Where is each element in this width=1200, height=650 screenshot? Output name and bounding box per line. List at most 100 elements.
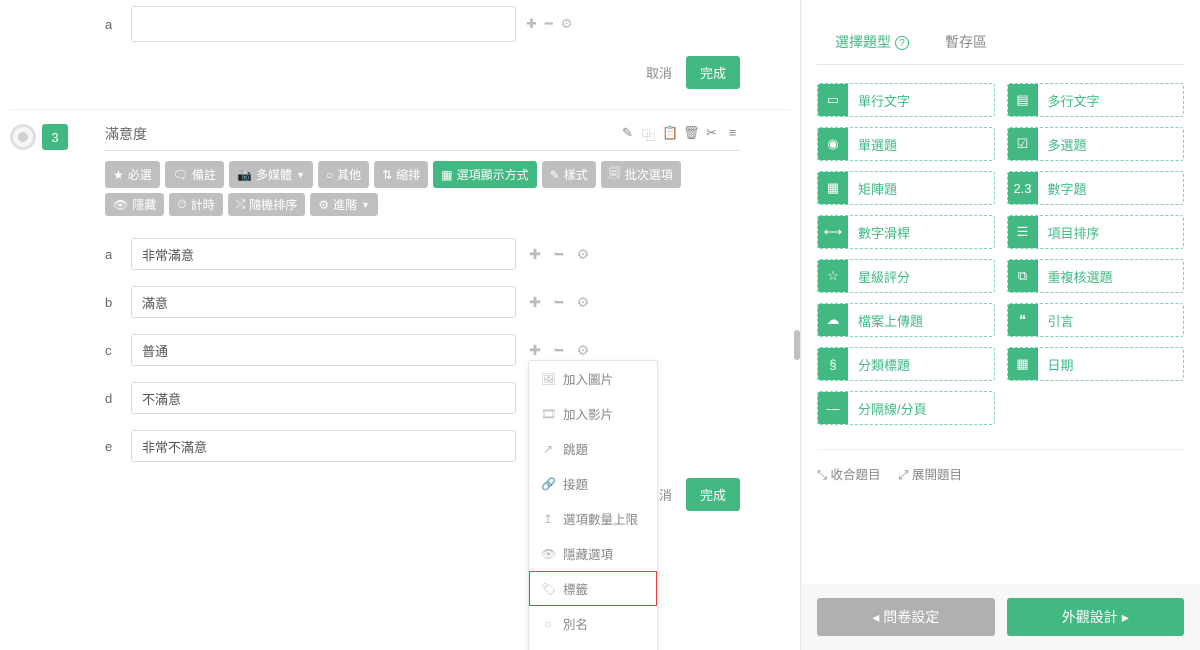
option-input[interactable] (131, 430, 516, 462)
gear-icon[interactable]: ⚙ (576, 294, 590, 311)
question-type-日期[interactable]: ▦日期 (1007, 347, 1185, 381)
remove-icon[interactable]: ━ (552, 342, 566, 359)
gear-icon[interactable]: ⚙ (576, 342, 590, 359)
trash-icon[interactable]: 🗑 (683, 125, 698, 144)
option-input[interactable] (131, 286, 516, 318)
remove-icon[interactable]: ━ (552, 246, 566, 263)
dropdown-item-跳題[interactable]: ↗跳題 (529, 431, 657, 466)
chip-icon: ⏱ (177, 197, 186, 212)
add-icon[interactable]: ✚ (528, 294, 542, 311)
question-type-數字題[interactable]: 2.3數字題 (1007, 171, 1185, 205)
question-type-數字滑桿[interactable]: ⟷數字滑桿 (817, 215, 995, 249)
dropdown-item-隱藏選項[interactable]: 👁隱藏選項 (529, 536, 657, 571)
edit-icon[interactable]: ✎ (620, 125, 635, 144)
option-input[interactable] (131, 6, 516, 42)
scrollbar-thumb[interactable] (794, 330, 800, 360)
gear-icon[interactable]: ⚙ (576, 246, 590, 263)
chip-必選[interactable]: ★必選 (105, 161, 160, 188)
chip-進階[interactable]: ⚙進階▼ (310, 193, 378, 216)
dropdown-item-接題[interactable]: 🔗 接題 (529, 466, 657, 501)
question-type-分隔線/分頁[interactable]: —分隔線/分頁 (817, 391, 995, 425)
type-icon: — (818, 392, 848, 424)
gear-icon[interactable]: ⚙ (561, 16, 573, 32)
option-input[interactable] (131, 334, 516, 366)
question-type-矩陣題[interactable]: ▦矩陣題 (817, 171, 995, 205)
option-letter: b (105, 295, 131, 310)
add-icon[interactable]: ✚ (526, 16, 537, 32)
type-label: 引言 (1038, 311, 1084, 330)
chip-備註[interactable]: 🗨備註 (165, 161, 224, 188)
dropdown-item-label: 加入影片 (563, 404, 613, 423)
chip-選項顯示方式[interactable]: ▦選項顯示方式 (433, 161, 536, 188)
done-button[interactable]: 完成 (686, 56, 740, 89)
option-gear-dropdown: 🖼加入圖片🎞加入影片↗跳題 🔗 接題 ↥選項數量上限👁隱藏選項🏷標籤○別名⚔選項互斥 (528, 360, 658, 650)
dropdown-item-別名[interactable]: ○別名 (529, 606, 657, 641)
question-title-input[interactable] (105, 124, 620, 144)
add-icon[interactable]: ✚ (528, 342, 542, 359)
question-type-單行文字[interactable]: ▭單行文字 (817, 83, 995, 117)
dropdown-item-icon: 🔗 (541, 477, 555, 491)
dropdown-item-選項數量上限[interactable]: ↥選項數量上限 (529, 501, 657, 536)
tab-question-types[interactable]: 選擇題型? (817, 20, 927, 64)
question-type-多行文字[interactable]: ▤多行文字 (1007, 83, 1185, 117)
survey-settings-button[interactable]: ◂問卷設定 (817, 598, 995, 636)
cancel-button[interactable]: 取消 (646, 63, 672, 82)
dropdown-item-標籤[interactable]: 🏷標籤 (529, 571, 657, 606)
question-type-引言[interactable]: ❝引言 (1007, 303, 1185, 337)
remove-icon[interactable]: ━ (552, 294, 566, 311)
chip-label: 隱藏 (132, 196, 156, 213)
design-button[interactable]: 外觀設計▸ (1007, 598, 1185, 636)
chip-隨機排序[interactable]: ⤭隨機排序 (228, 193, 306, 216)
expand-all-button[interactable]: ⤢ 展開題目 (899, 464, 963, 483)
option-input[interactable] (131, 238, 516, 270)
chevron-down-icon: ▼ (296, 170, 305, 180)
chip-icon: ▦ (441, 168, 452, 182)
type-label: 分類標題 (848, 355, 920, 374)
type-icon: § (818, 348, 848, 380)
dropdown-item-label: 加入圖片 (563, 369, 613, 388)
question-type-檔案上傳題[interactable]: ☁檔案上傳題 (817, 303, 995, 337)
chip-隱藏[interactable]: 👁隱藏 (105, 193, 164, 216)
option-letter: e (105, 439, 131, 454)
chip-icon: ⤭ (236, 197, 246, 212)
collapse-all-button[interactable]: ⤡ 收合題目 (817, 464, 881, 483)
chip-縮排[interactable]: ⇅縮排 (374, 161, 428, 188)
dropdown-item-label: 選項數量上限 (563, 509, 638, 528)
type-label: 日期 (1038, 355, 1084, 374)
chip-樣式[interactable]: ✎樣式 (542, 161, 596, 188)
question-type-分類標題[interactable]: §分類標題 (817, 347, 995, 381)
add-icon[interactable]: ✚ (528, 246, 542, 263)
done-button[interactable]: 完成 (686, 478, 740, 511)
chip-批次選項[interactable]: 🗐批次選項 (601, 161, 681, 188)
option-input[interactable] (131, 382, 516, 414)
info-icon[interactable]: ? (895, 36, 909, 50)
editor-canvas: a ✚ ━ ⚙ 取消 完成 3 ✎ (0, 0, 800, 650)
chip-其他[interactable]: ○其他 (318, 161, 369, 188)
type-label: 單選題 (848, 135, 907, 154)
cut-icon[interactable]: ✂ (704, 125, 719, 144)
chip-label: 必選 (128, 166, 152, 183)
dropdown-item-加入圖片[interactable]: 🖼加入圖片 (529, 361, 657, 396)
dropdown-item-加入影片[interactable]: 🎞加入影片 (529, 396, 657, 431)
question-type-重複核選題[interactable]: ⧉重複核選題 (1007, 259, 1185, 293)
type-icon: ☁ (818, 304, 848, 336)
type-label: 分隔線/分頁 (848, 399, 937, 418)
type-icon: ☰ (1008, 216, 1038, 248)
type-icon: ◉ (818, 128, 848, 160)
clipboard-icon[interactable]: 📋 (662, 125, 677, 144)
dropdown-item-選項互斥[interactable]: ⚔選項互斥 (529, 641, 657, 650)
question-type-星級評分[interactable]: ☆星級評分 (817, 259, 995, 293)
chip-多媒體[interactable]: 📷多媒體▼ (229, 161, 313, 188)
question-type-多選題[interactable]: ☑多選題 (1007, 127, 1185, 161)
type-label: 多選題 (1038, 135, 1097, 154)
question-type-項目排序[interactable]: ☰項目排序 (1007, 215, 1185, 249)
option-letter: c (105, 343, 131, 358)
drag-icon[interactable]: ≡ (725, 125, 740, 144)
dropdown-item-icon: ○ (541, 617, 555, 631)
remove-icon[interactable]: ━ (545, 16, 553, 32)
copy-icon[interactable]: ⿻ (641, 125, 656, 144)
tab-draft[interactable]: 暫存區 (927, 20, 1005, 64)
chip-計時[interactable]: ⏱計時 (169, 193, 222, 216)
dropdown-item-label: 接題 (563, 474, 588, 493)
question-type-單選題[interactable]: ◉單選題 (817, 127, 995, 161)
